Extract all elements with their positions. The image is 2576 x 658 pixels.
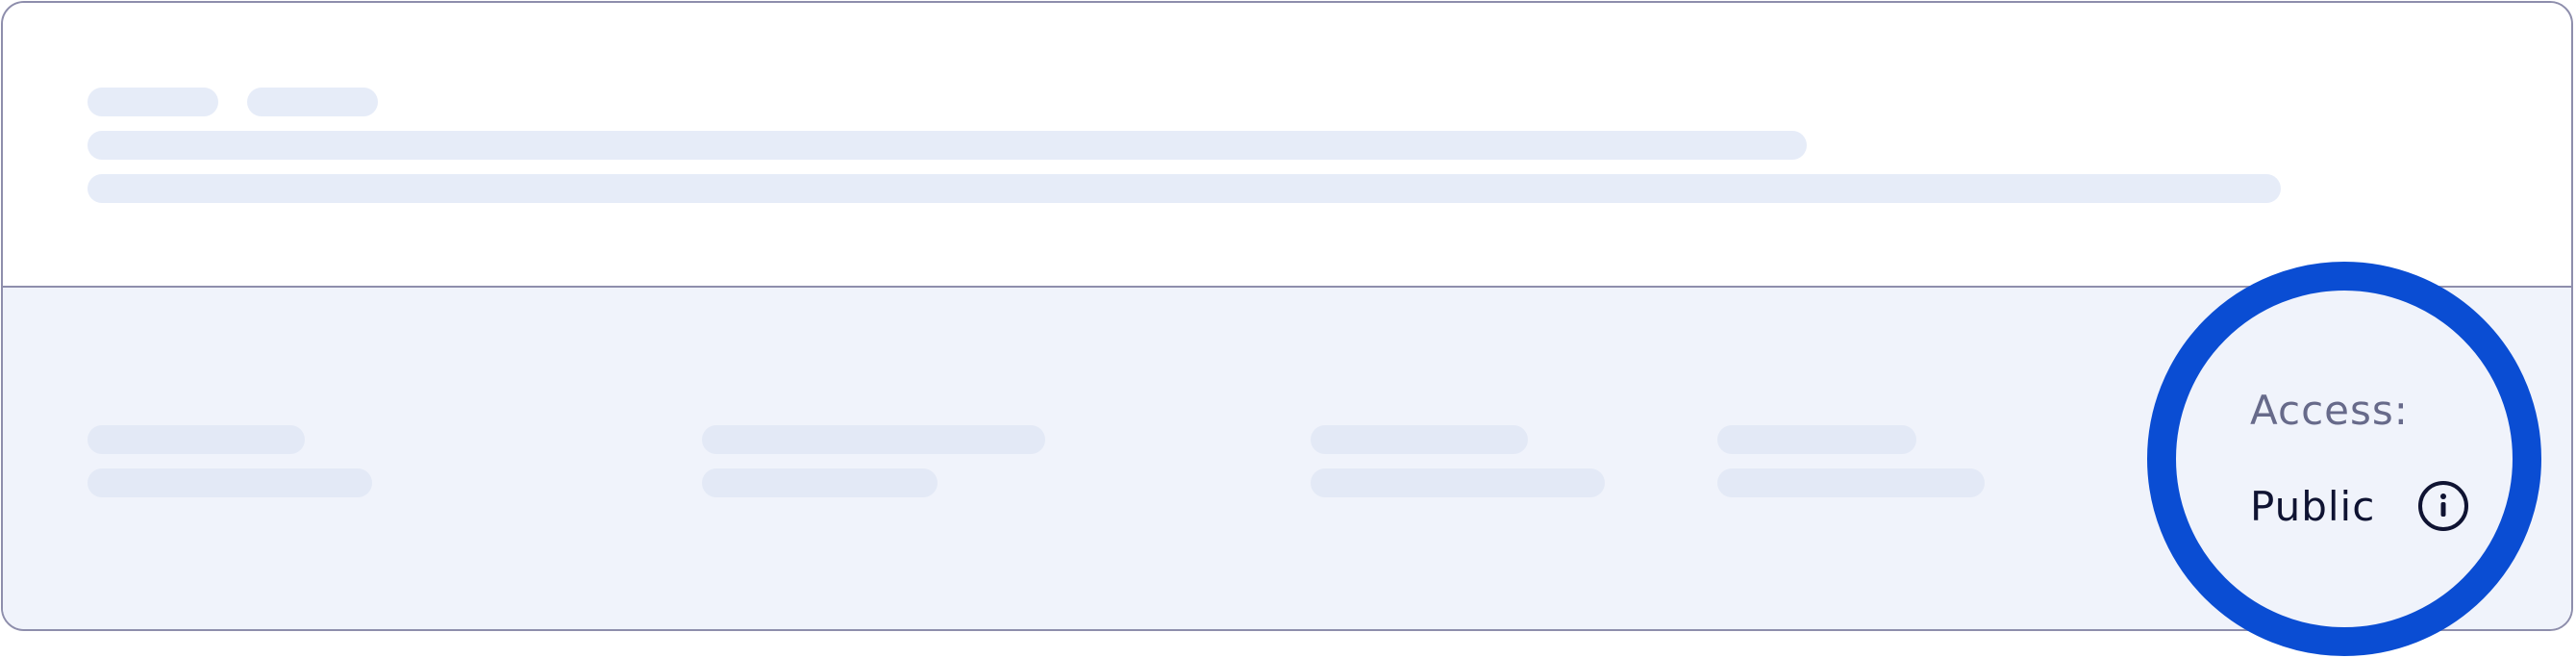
skeleton-meta-label-1 [88, 425, 305, 454]
info-icon[interactable] [2416, 479, 2470, 533]
skeleton-meta-value-4 [1717, 468, 1985, 497]
skeleton-meta-value-2 [702, 468, 938, 497]
skeleton-meta-label-4 [1717, 425, 1916, 454]
skeleton-meta-label-3 [1311, 425, 1528, 454]
access-value: Public [2250, 483, 2376, 530]
skeleton-meta-label-2 [702, 425, 1045, 454]
access-highlight-circle [2147, 262, 2541, 656]
access-label: Access: [2250, 387, 2409, 434]
skeleton-title-line [88, 131, 1807, 160]
skeleton-description-line [88, 174, 2281, 203]
card-header-area [3, 3, 2571, 288]
skeleton-tag-1 [88, 88, 218, 116]
skeleton-meta-value-3 [1311, 468, 1605, 497]
skeleton-meta-value-1 [88, 468, 372, 497]
skeleton-tag-2 [247, 88, 378, 116]
